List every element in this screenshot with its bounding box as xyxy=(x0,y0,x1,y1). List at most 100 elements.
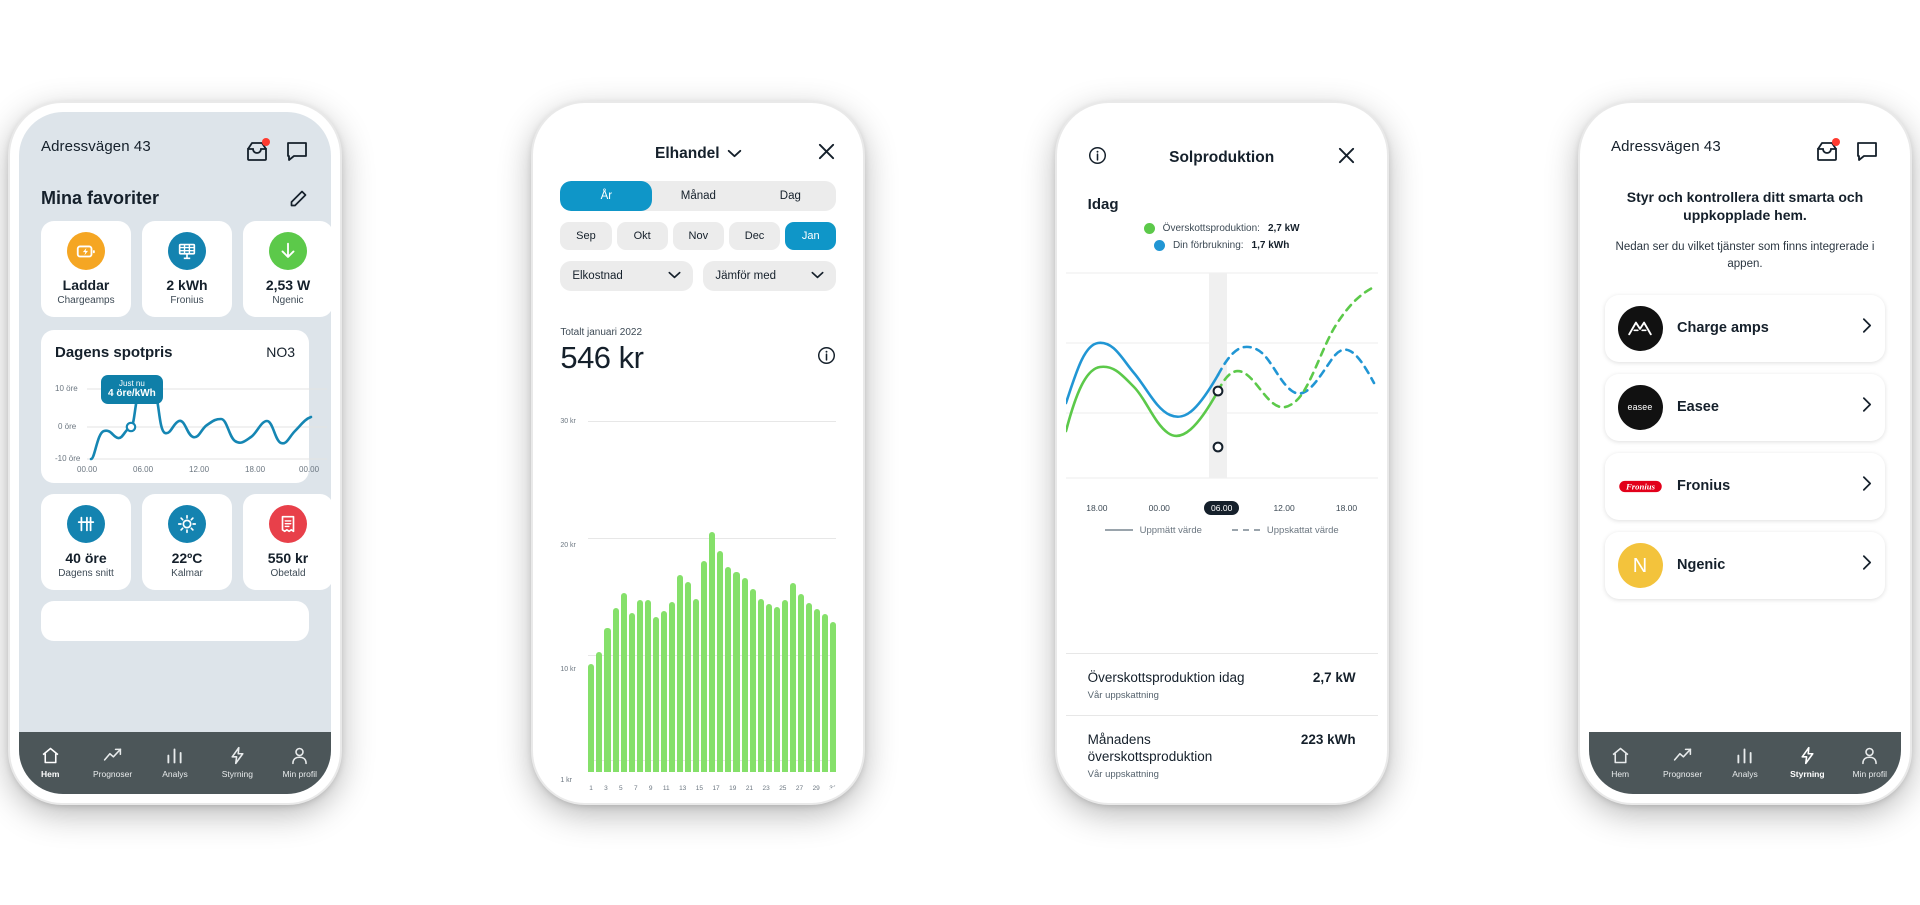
partial-card-below-fold[interactable] xyxy=(41,600,309,641)
bar[interactable] xyxy=(644,599,651,772)
bar[interactable] xyxy=(636,599,643,772)
bar[interactable] xyxy=(668,602,676,772)
bar[interactable] xyxy=(797,593,805,772)
favorites-row-2: 40 öre Dagens snitt 22ºC Kalmar 550 kr O… xyxy=(19,483,331,590)
favorite-card[interactable]: 550 kr Obetald xyxy=(243,493,331,590)
bottom-tab-bar: Hem Prognoser Analys Styrning Min profil xyxy=(1588,731,1901,794)
service-row-charge-amps[interactable]: Charge amps xyxy=(1604,294,1885,362)
favorite-card[interactable]: Laddar Chargeamps xyxy=(41,220,131,317)
bar[interactable] xyxy=(822,613,829,772)
favorite-sub: Obetald xyxy=(270,567,306,579)
bar[interactable] xyxy=(773,606,780,772)
tooltip-value: 4 öre/kWh xyxy=(108,387,156,399)
segment-manad[interactable]: Månad xyxy=(652,181,744,211)
close-icon[interactable] xyxy=(817,142,836,166)
bar[interactable] xyxy=(814,609,821,772)
phone-home: Adressvägen 43 Mina favoriter Laddar Cha… xyxy=(10,102,340,803)
chat-icon[interactable] xyxy=(1855,140,1879,162)
svg-text:Fronius: Fronius xyxy=(1625,481,1656,491)
stat-sub: Vår uppskattning xyxy=(1087,689,1159,701)
x-axis-tick xyxy=(641,785,646,792)
select-jamfor-med[interactable]: Jämför med xyxy=(703,260,837,291)
month-chip-nov[interactable]: Nov xyxy=(672,221,724,250)
tab-analys[interactable]: Analys xyxy=(1716,745,1774,779)
legend-item: Din förbrukning: 1,7 kWh xyxy=(1153,239,1289,251)
bar[interactable] xyxy=(757,598,764,772)
bar[interactable] xyxy=(781,599,788,772)
inbox-icon[interactable] xyxy=(245,137,270,162)
bar[interactable] xyxy=(588,663,595,772)
tab-min-profil[interactable]: Min profil xyxy=(271,745,329,779)
bar[interactable] xyxy=(701,561,708,772)
chevron-down-icon[interactable] xyxy=(727,145,742,163)
edit-icon[interactable] xyxy=(289,188,309,208)
info-icon[interactable] xyxy=(817,346,836,370)
bar[interactable] xyxy=(709,531,716,772)
favorite-value: 22ºC xyxy=(171,549,203,566)
bar[interactable] xyxy=(717,550,724,772)
bar[interactable] xyxy=(628,612,635,772)
chevron-down-icon xyxy=(668,270,681,282)
bar[interactable] xyxy=(660,611,667,772)
month-chip-okt[interactable]: Okt xyxy=(616,221,668,250)
bar[interactable] xyxy=(789,583,796,772)
service-row-easee[interactable]: easee Easee xyxy=(1604,373,1885,441)
x-axis-tick xyxy=(788,785,793,792)
service-row-fronius[interactable]: Fronius Fronius xyxy=(1604,452,1885,520)
bar[interactable] xyxy=(725,566,732,772)
chat-icon[interactable] xyxy=(285,140,309,162)
bar[interactable] xyxy=(693,598,700,772)
bar[interactable] xyxy=(685,582,692,772)
tab-min-profil[interactable]: Min profil xyxy=(1841,745,1899,779)
spot-price-header: Dagens spotpris NO3 xyxy=(55,344,295,361)
bar[interactable] xyxy=(652,617,659,772)
month-chip-jan[interactable]: Jan xyxy=(785,221,837,250)
service-row-ngenic[interactable]: N Ngenic xyxy=(1604,531,1885,599)
tab-hem[interactable]: Hem xyxy=(1591,745,1649,779)
phone-solproduktion: Solproduktion Idag Överskottsproduktion:… xyxy=(1056,102,1387,803)
tab-analys[interactable]: Analys xyxy=(146,745,204,779)
svg-text:N: N xyxy=(1633,555,1647,577)
x-axis-label: 06.00 xyxy=(133,464,154,474)
bar[interactable] xyxy=(604,627,611,772)
spot-price-card[interactable]: Dagens spotpris NO3 Just nu 4 öre/kWh 10… xyxy=(41,329,327,483)
bar[interactable] xyxy=(596,652,603,772)
tab-prognoser[interactable]: Prognoser xyxy=(1654,745,1712,779)
tab-styrning[interactable]: Styrning xyxy=(1778,745,1836,779)
phone-styrning: Adressvägen 43 Styr och kontrollera ditt… xyxy=(1579,102,1910,803)
solproduktion-chart: 18.00 00.00 06.00 12.00 18.00 xyxy=(1065,263,1378,515)
bar[interactable] xyxy=(677,575,684,772)
tab-hem[interactable]: Hem xyxy=(21,745,79,779)
bar[interactable] xyxy=(749,589,756,772)
bar[interactable] xyxy=(806,603,813,772)
info-icon[interactable] xyxy=(1088,146,1107,170)
x-axis-tick: 9 xyxy=(648,784,653,792)
bar[interactable] xyxy=(733,571,740,772)
favorite-card[interactable]: 2 kWh Fronius xyxy=(142,220,232,317)
fronius-logo-icon: Fronius xyxy=(1617,463,1663,509)
favorite-card[interactable]: 22ºC Kalmar xyxy=(142,493,232,590)
x-axis-tick xyxy=(688,785,693,792)
favorite-card[interactable]: 2,53 W Ngenic xyxy=(243,220,331,317)
month-chip-sep[interactable]: Sep xyxy=(560,221,612,250)
phone-home-screen: Adressvägen 43 Mina favoriter Laddar Cha… xyxy=(19,111,331,794)
tab-styrning[interactable]: Styrning xyxy=(208,745,266,779)
bar[interactable] xyxy=(741,577,748,772)
select-elkostnad[interactable]: Elkostnad xyxy=(560,260,694,291)
bar[interactable] xyxy=(612,607,619,772)
x-axis-label: 12.00 xyxy=(1273,502,1295,513)
tab-prognoser[interactable]: Prognoser xyxy=(84,745,142,779)
x-axis-tick xyxy=(822,785,827,792)
bar[interactable] xyxy=(765,604,772,772)
segment-dag[interactable]: Dag xyxy=(744,181,836,211)
stat-row[interactable]: Månadens överskottsproduktion Vår uppska… xyxy=(1065,714,1378,794)
bar[interactable] xyxy=(620,592,627,772)
chevron-right-icon xyxy=(1862,317,1872,339)
segment-ar[interactable]: År xyxy=(560,180,653,211)
favorite-card[interactable]: 40 öre Dagens snitt xyxy=(41,493,131,590)
stat-row[interactable]: Överskottsproduktion idag Vår uppskattni… xyxy=(1065,652,1378,715)
bar[interactable] xyxy=(830,621,837,772)
inbox-icon[interactable] xyxy=(1815,137,1840,162)
close-icon[interactable] xyxy=(1337,146,1356,170)
month-chip-dec[interactable]: Dec xyxy=(728,221,781,250)
